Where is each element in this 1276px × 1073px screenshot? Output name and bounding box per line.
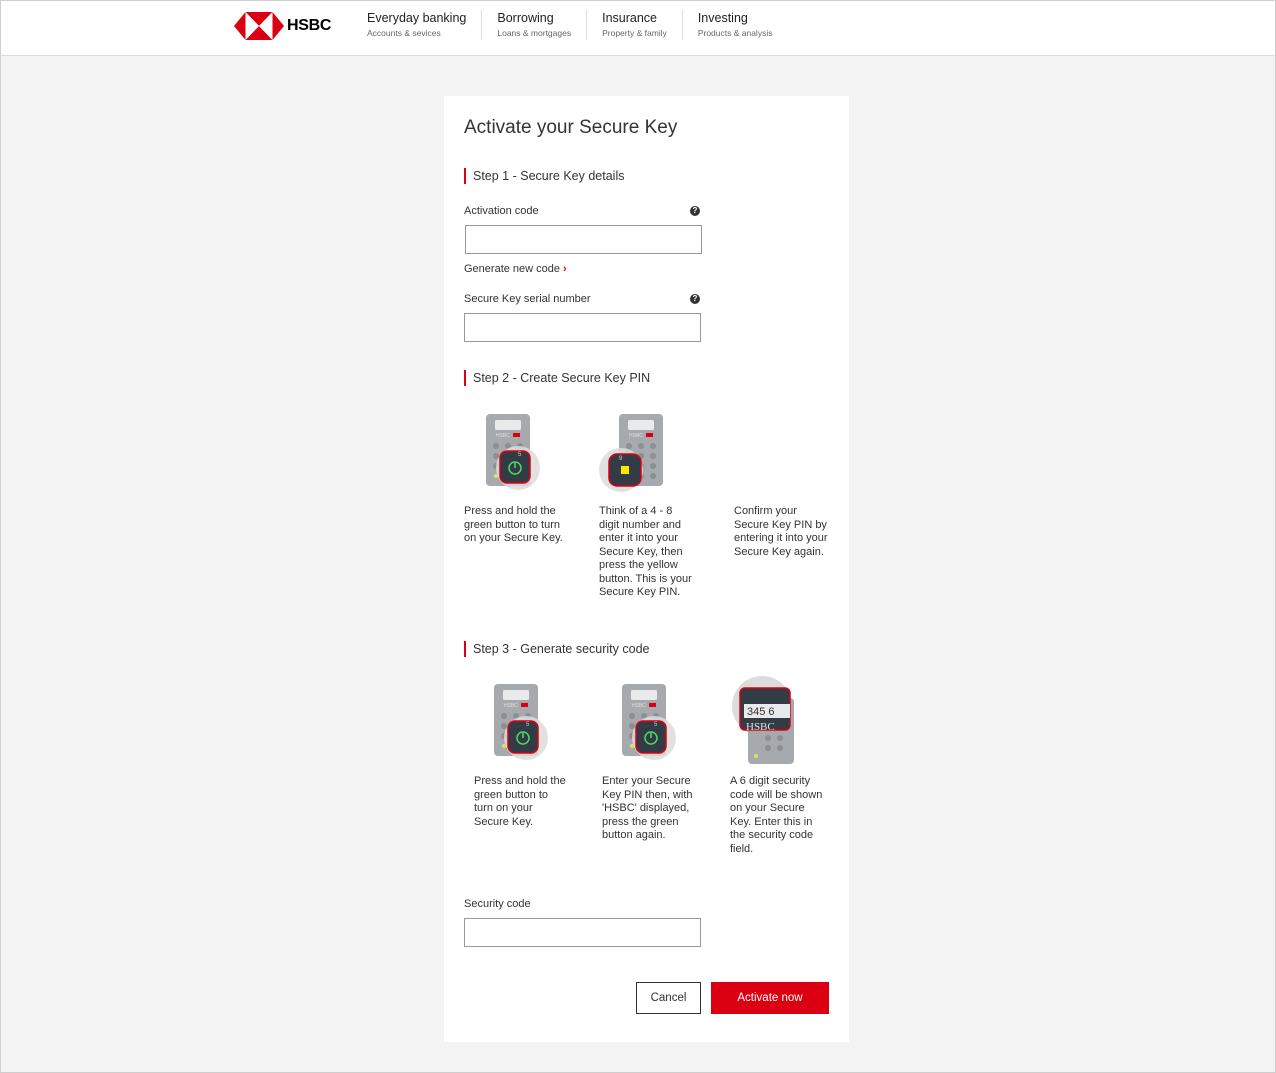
- page-title: Activate your Secure Key: [464, 117, 678, 138]
- step-1-title: Step 1 - Secure Key details: [464, 168, 624, 184]
- display-brand: HSBC: [746, 721, 775, 733]
- secure-key-green-button-icon: [490, 684, 550, 764]
- help-icon[interactable]: ?: [690, 206, 700, 216]
- secure-key-green-button-icon: [618, 684, 678, 764]
- nav-title: Borrowing: [497, 11, 554, 25]
- activate-now-button[interactable]: Activate now: [711, 982, 829, 1014]
- help-icon[interactable]: ?: [690, 294, 700, 304]
- top-navigation-bar: HSBC Everyday banking Accounts & sevices…: [1, 1, 1275, 56]
- nav-insurance[interactable]: Insurance Property & family: [587, 10, 683, 40]
- nav-title: Insurance: [602, 11, 657, 25]
- chevron-right-icon: ›: [563, 263, 567, 275]
- security-code-label: Security code: [464, 898, 531, 910]
- nav-investing[interactable]: Investing Products & analysis: [683, 10, 788, 40]
- hsbc-hexagon-icon: [234, 12, 284, 40]
- main-nav: Everyday banking Accounts & sevices Borr…: [352, 10, 787, 40]
- generate-new-code-label: Generate new code: [464, 263, 561, 275]
- nav-everyday-banking[interactable]: Everyday banking Accounts & sevices: [352, 10, 483, 40]
- secure-key-green-button-icon: [482, 414, 542, 494]
- serial-number-label: Secure Key serial number: [464, 293, 591, 305]
- nav-subtitle: Accounts & sevices: [367, 28, 441, 38]
- nav-subtitle: Products & analysis: [697, 28, 773, 38]
- nav-title: Investing: [697, 11, 748, 25]
- cancel-button[interactable]: Cancel: [636, 982, 701, 1014]
- step-3-instruction-2: Enter your Secure Key PIN then, with 'HS…: [602, 775, 693, 841]
- secure-key-yellow-button-icon: [597, 414, 667, 494]
- serial-number-input[interactable]: [464, 313, 701, 342]
- nav-subtitle: Property & family: [602, 28, 667, 38]
- security-code-display: 345 6: [747, 706, 775, 718]
- activation-code-input[interactable]: [465, 225, 702, 254]
- activation-form-card: Activate your Secure Key Step 1 - Secure…: [444, 96, 849, 1042]
- step-3-instruction-3: A 6 digit security code will be shown on…: [730, 775, 823, 855]
- brand-name: HSBC: [287, 17, 332, 34]
- step-2-instruction-1: Press and hold the green button to turn …: [464, 505, 563, 544]
- nav-borrowing[interactable]: Borrowing Loans & mortgages: [482, 10, 588, 40]
- step-3-instruction-1: Press and hold the green button to turn …: [474, 775, 566, 828]
- activation-code-label: Activation code: [464, 205, 539, 217]
- step-2-title: Step 2 - Create Secure Key PIN: [464, 370, 650, 386]
- hsbc-logo[interactable]: HSBC: [234, 12, 331, 40]
- generate-new-code-link[interactable]: Generate new code ›: [464, 263, 567, 275]
- nav-subtitle: Loans & mortgages: [497, 28, 572, 38]
- secure-key-display-code-icon: 345 6 HSBC: [732, 676, 794, 764]
- nav-title: Everyday banking: [367, 11, 467, 25]
- step-2-instruction-3: Confirm your Secure Key PIN by entering …: [734, 505, 828, 558]
- step-2-instruction-2: Think of a 4 - 8 digit number and enter …: [599, 505, 692, 598]
- security-code-input[interactable]: [464, 918, 701, 947]
- step-3-title: Step 3 - Generate security code: [464, 641, 649, 657]
